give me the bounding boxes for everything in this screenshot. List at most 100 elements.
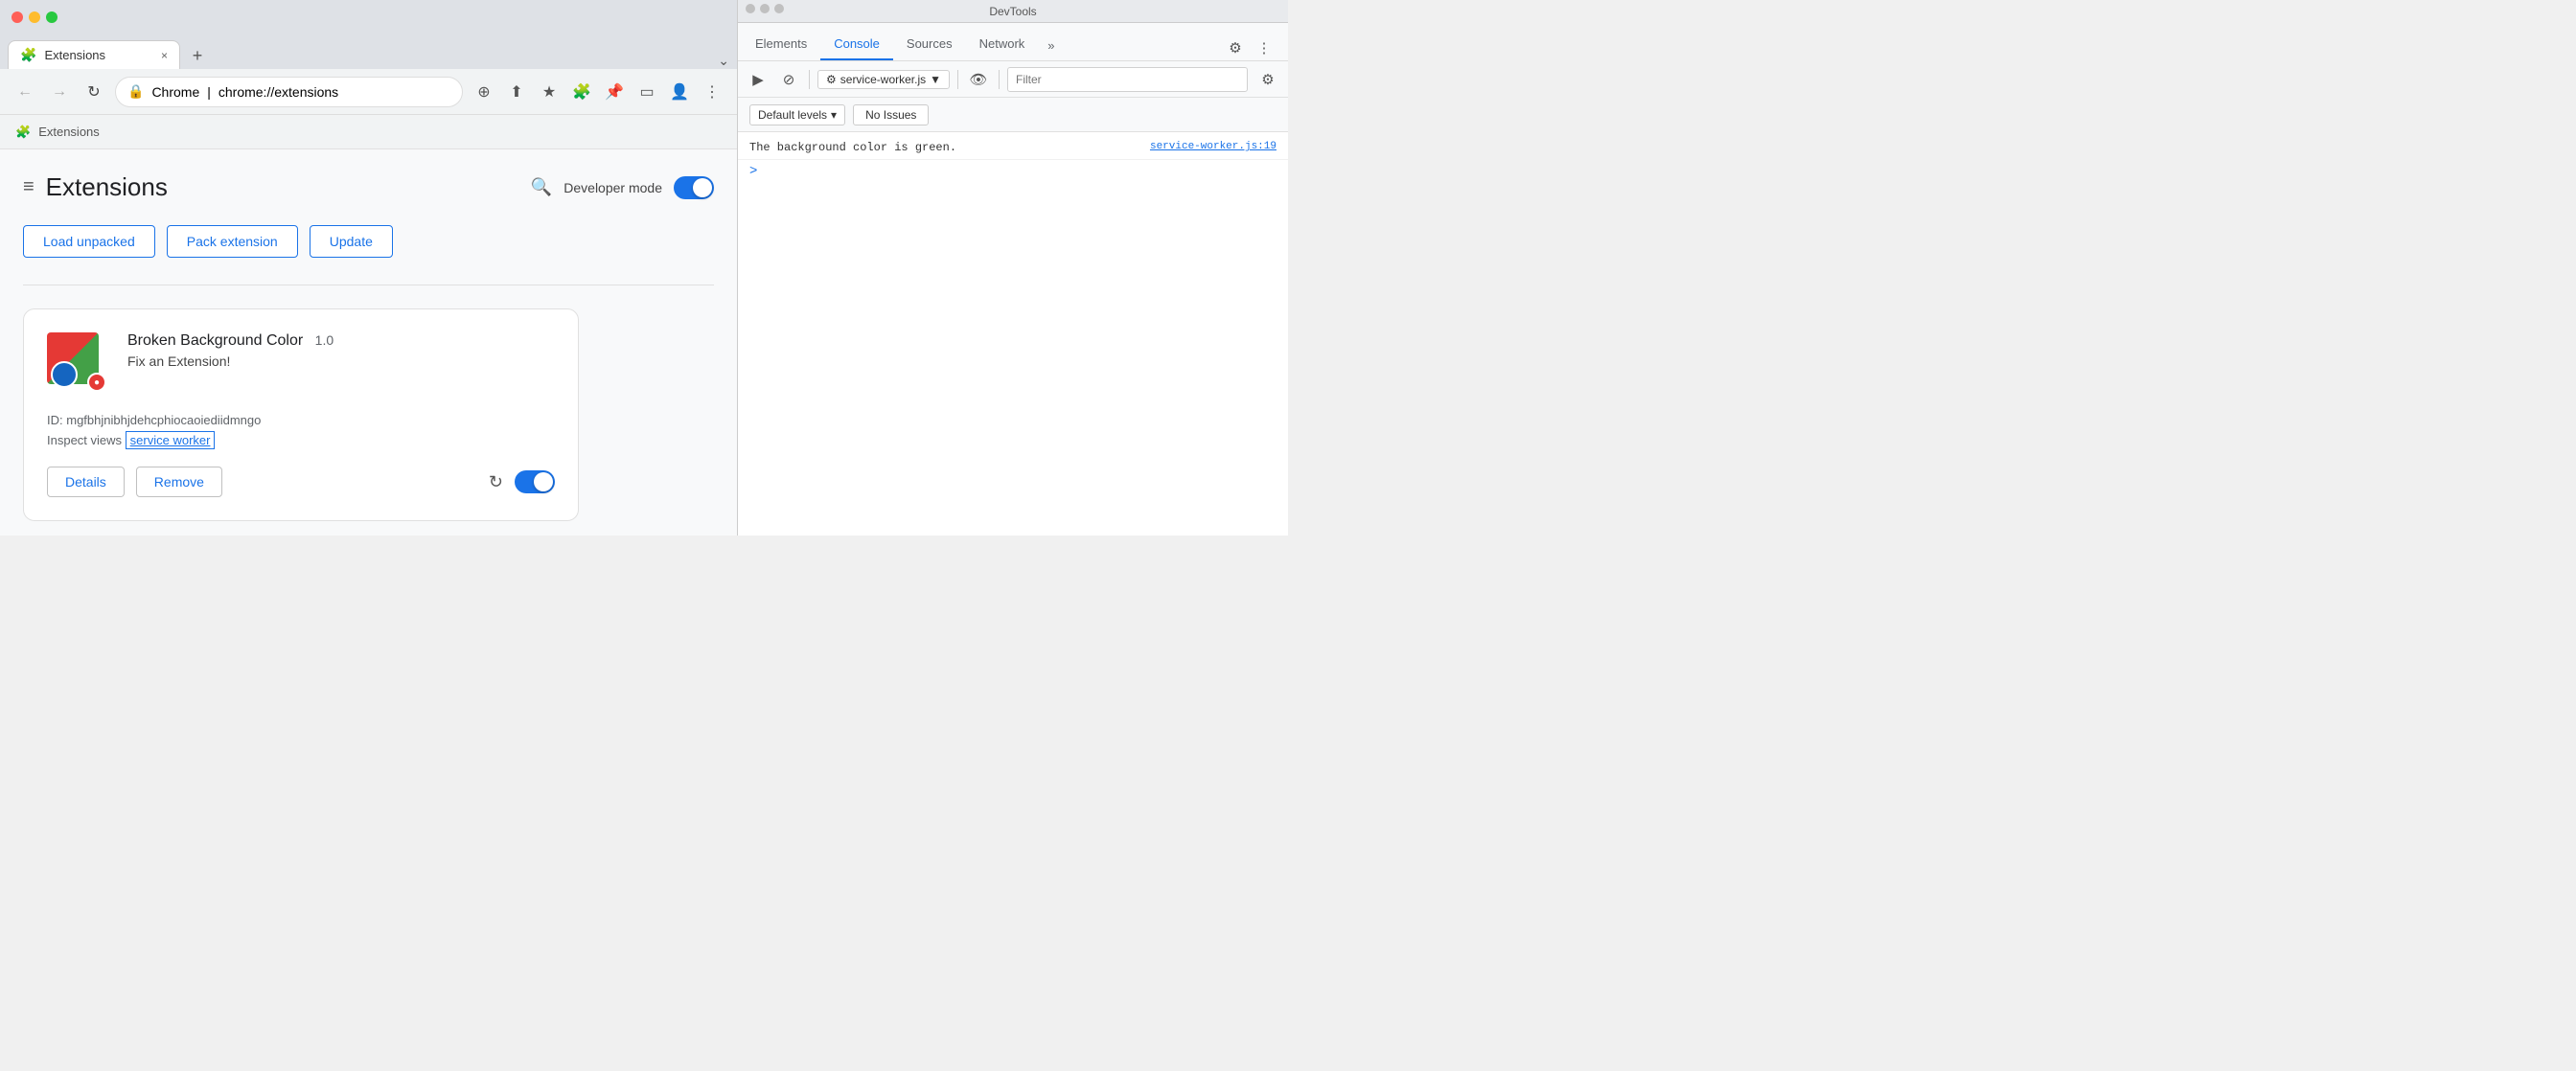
devtools-toolbar-icons: ⚙ ⋮ (1215, 35, 1284, 60)
devtools-tabs: Elements Console Sources Network » ⚙ ⋮ (738, 23, 1288, 61)
menu-icon[interactable]: ⋮ (699, 79, 725, 105)
star-icon[interactable]: ★ (536, 79, 563, 105)
sidebar-icon[interactable]: ▭ (633, 79, 660, 105)
sw-selector-label: service-worker.js (840, 73, 926, 86)
tab-close-button[interactable]: × (161, 49, 168, 62)
console-toolbar: ▶ ⊘ ⚙ service-worker.js ▼ 👁 ⚙ (738, 61, 1288, 98)
puzzle-icon[interactable]: 🧩 (568, 79, 595, 105)
play-icon[interactable]: ▶ (746, 67, 770, 92)
browser-toolbar: ⊕ ⬆ ★ 🧩 📌 ▭ 👤 ⋮ (471, 79, 725, 105)
extension-id-value: mgfbhjnibhjdehcphiocaoiediidmngo (66, 413, 261, 427)
devtools-tl-3[interactable] (774, 4, 784, 13)
console-settings-icon[interactable]: ⚙ (1255, 67, 1280, 92)
new-tab-button[interactable]: + (184, 42, 211, 69)
refresh-button[interactable]: ↻ (80, 79, 107, 105)
address-bar: ← → ↻ 🔒 Chrome | chrome://extensions ⊕ ⬆… (0, 69, 737, 115)
forward-button[interactable]: → (46, 79, 73, 105)
search-button[interactable]: 🔍 (531, 177, 552, 197)
extension-name: Broken Background Color (127, 332, 303, 349)
traffic-light-maximize[interactable] (46, 11, 58, 23)
tab-menu-button[interactable]: ⌄ (718, 53, 729, 69)
action-buttons: Load unpacked Pack extension Update (23, 225, 714, 258)
update-button[interactable]: Update (310, 225, 393, 258)
developer-mode-toggle[interactable] (674, 176, 714, 199)
service-worker-selector[interactable]: ⚙ service-worker.js ▼ (817, 70, 950, 89)
profile-icon[interactable]: 👤 (666, 79, 693, 105)
tab-sources-label: Sources (907, 36, 953, 51)
url-address: chrome://extensions (218, 84, 338, 100)
traffic-light-close[interactable] (12, 11, 23, 23)
console-source-link[interactable]: service-worker.js:19 (1150, 139, 1276, 155)
extension-name-line: Broken Background Color 1.0 (127, 332, 555, 350)
scheme-icon: 🔒 (127, 83, 144, 100)
default-levels-arrow: ▾ (831, 108, 837, 122)
tab-elements[interactable]: Elements (742, 29, 820, 60)
sw-selector-arrow: ▼ (930, 73, 941, 86)
tab-console[interactable]: Console (820, 29, 893, 60)
tab-bar: 🧩 Extensions × + ⌄ (0, 34, 737, 69)
tab-elements-label: Elements (755, 36, 807, 51)
toolbar-separator-1 (809, 70, 810, 89)
default-levels-button[interactable]: Default levels ▾ (749, 104, 845, 125)
url-bar[interactable]: 🔒 Chrome | chrome://extensions (115, 77, 463, 107)
tab-network[interactable]: Network (966, 29, 1039, 60)
filter-input[interactable] (1007, 67, 1248, 92)
extension-enable-toggle[interactable] (515, 470, 555, 493)
devtools-tl-1[interactable] (746, 4, 755, 13)
extension-description: Fix an Extension! (127, 353, 555, 369)
breadcrumb-bar: 🧩 Extensions (0, 115, 737, 149)
extension-id: ID: mgfbhjnibhjdehcphiocaoiediidmngo (47, 413, 555, 427)
traffic-lights (12, 11, 58, 23)
browser-panel: 🧩 Extensions × + ⌄ ← → ↻ 🔒 Chrome | chro… (0, 0, 738, 536)
traffic-light-minimize[interactable] (29, 11, 40, 23)
tab-more-button[interactable]: » (1038, 31, 1064, 60)
developer-mode-label: Developer mode (564, 180, 662, 195)
pin-icon[interactable]: 📌 (601, 79, 628, 105)
remove-button[interactable]: Remove (136, 467, 222, 497)
devtools-tl-2[interactable] (760, 4, 770, 13)
share-icon[interactable]: ⬆ (503, 79, 530, 105)
eye-icon[interactable]: 👁 (966, 67, 991, 92)
service-worker-link[interactable]: service worker (126, 431, 216, 449)
extension-card-top: ● Broken Background Color 1.0 Fix an Ext… (47, 332, 555, 394)
devtools-title: DevTools (989, 5, 1036, 18)
devtools-titlebar: DevTools (738, 0, 1288, 23)
title-bar (0, 0, 737, 34)
extension-version: 1.0 (315, 332, 334, 348)
breadcrumb-label: Extensions (38, 125, 100, 139)
back-button[interactable]: ← (12, 79, 38, 105)
tab-label: Extensions (44, 48, 105, 62)
details-button[interactable]: Details (47, 467, 125, 497)
devtools-settings-icon[interactable]: ⚙ (1223, 35, 1248, 60)
extensions-header-left: ≡ Extensions (23, 172, 168, 202)
devtools-more-icon[interactable]: ⋮ (1252, 35, 1276, 60)
hamburger-menu-button[interactable]: ≡ (23, 176, 34, 198)
extension-logo: ● (47, 332, 108, 394)
toolbar-separator-3 (999, 70, 1000, 89)
extension-inspect-views: Inspect views service worker (47, 433, 555, 447)
extension-info: Broken Background Color 1.0 Fix an Exten… (127, 332, 555, 369)
tab-puzzle-icon: 🧩 (20, 47, 36, 63)
console-prompt[interactable]: > (738, 160, 1288, 183)
no-entry-icon[interactable]: ⊘ (776, 67, 801, 92)
no-issues-button[interactable]: No Issues (853, 104, 929, 125)
console-line: The background color is green. service-w… (738, 136, 1288, 160)
reload-extension-button[interactable]: ↻ (489, 472, 503, 492)
extensions-header-right: 🔍 Developer mode (531, 176, 714, 199)
toolbar-separator-2 (957, 70, 958, 89)
pack-extension-button[interactable]: Pack extension (167, 225, 298, 258)
console-output: The background color is green. service-w… (738, 132, 1288, 536)
tab-sources[interactable]: Sources (893, 29, 966, 60)
prompt-arrow-icon: > (749, 164, 757, 179)
tab-console-label: Console (834, 36, 880, 51)
default-levels-label: Default levels (758, 108, 827, 122)
no-issues-label: No Issues (865, 108, 916, 122)
breadcrumb-icon: 🧩 (15, 125, 31, 140)
page-title: Extensions (46, 172, 168, 202)
url-scheme: Chrome (151, 84, 199, 100)
devtools-panel: DevTools Elements Console Sources Networ… (738, 0, 1288, 536)
load-unpacked-button[interactable]: Load unpacked (23, 225, 155, 258)
zoom-icon[interactable]: ⊕ (471, 79, 497, 105)
extensions-tab[interactable]: 🧩 Extensions × (8, 40, 180, 69)
extensions-header: ≡ Extensions 🔍 Developer mode (23, 172, 714, 202)
